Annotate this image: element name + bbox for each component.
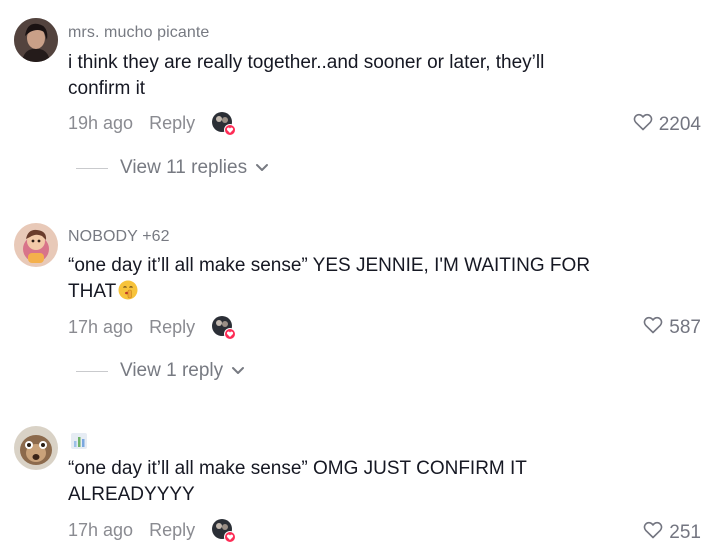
comment-meta: 17h ago Reply bbox=[68, 315, 237, 340]
comment-username[interactable]: NOBODY +62 bbox=[68, 228, 170, 246]
comment-text: i think they are really together..and so… bbox=[68, 52, 545, 99]
like-button[interactable]: 2204 bbox=[633, 113, 701, 137]
comment-timestamp: 19h ago bbox=[68, 112, 134, 133]
avatar[interactable] bbox=[14, 223, 58, 267]
creator-liked-avatar-icon bbox=[211, 518, 237, 543]
comment-meta: 19h ago Reply bbox=[68, 111, 237, 136]
bar-chart-icon bbox=[70, 432, 88, 450]
creator-liked-avatar-icon bbox=[211, 111, 237, 136]
comment-item: NOBODY +62 “one day it’ll all make sense… bbox=[0, 190, 715, 390]
heart-outline-icon bbox=[643, 521, 663, 545]
avatar[interactable] bbox=[14, 18, 58, 62]
shushing-face-emoji bbox=[118, 280, 138, 300]
comment-text-content: “one day it’ll all make sense” YES JENNI… bbox=[68, 255, 591, 302]
view-replies-label: View 11 replies bbox=[120, 157, 248, 178]
like-button[interactable]: 251 bbox=[643, 521, 701, 545]
comment-username[interactable]: mrs. mucho picante bbox=[68, 24, 209, 42]
comment-timestamp: 17h ago bbox=[68, 519, 134, 540]
reply-button[interactable]: Reply bbox=[149, 520, 195, 541]
like-count: 587 bbox=[669, 317, 701, 338]
comment-meta: 17h ago Reply bbox=[68, 518, 237, 543]
comment-item: “one day it’ll all make sense” OMG JUST … bbox=[0, 395, 715, 553]
view-replies-button[interactable]: View 11 replies bbox=[76, 156, 269, 180]
view-replies-label: View 1 reply bbox=[120, 360, 224, 381]
avatar[interactable] bbox=[14, 426, 58, 470]
like-count: 251 bbox=[669, 522, 701, 543]
comment-text: “one day it’ll all make sense” OMG JUST … bbox=[68, 458, 527, 505]
heart-outline-icon bbox=[633, 113, 653, 137]
chevron-down-icon bbox=[231, 360, 245, 382]
chevron-down-icon bbox=[255, 157, 269, 179]
like-count: 2204 bbox=[658, 114, 701, 135]
creator-liked-avatar-icon bbox=[211, 315, 237, 340]
reply-button[interactable]: Reply bbox=[149, 317, 195, 338]
view-replies-button[interactable]: View 1 reply bbox=[76, 359, 245, 383]
comment-text: “one day it’ll all make sense” YES JENNI… bbox=[68, 253, 608, 305]
reply-button[interactable]: Reply bbox=[149, 113, 195, 134]
comment-timestamp: 17h ago bbox=[68, 316, 134, 337]
comment-item: mrs. mucho picante i think they are real… bbox=[0, 0, 715, 190]
divider bbox=[76, 167, 108, 169]
heart-outline-icon bbox=[643, 316, 663, 340]
divider bbox=[76, 370, 108, 372]
like-button[interactable]: 587 bbox=[643, 316, 701, 340]
